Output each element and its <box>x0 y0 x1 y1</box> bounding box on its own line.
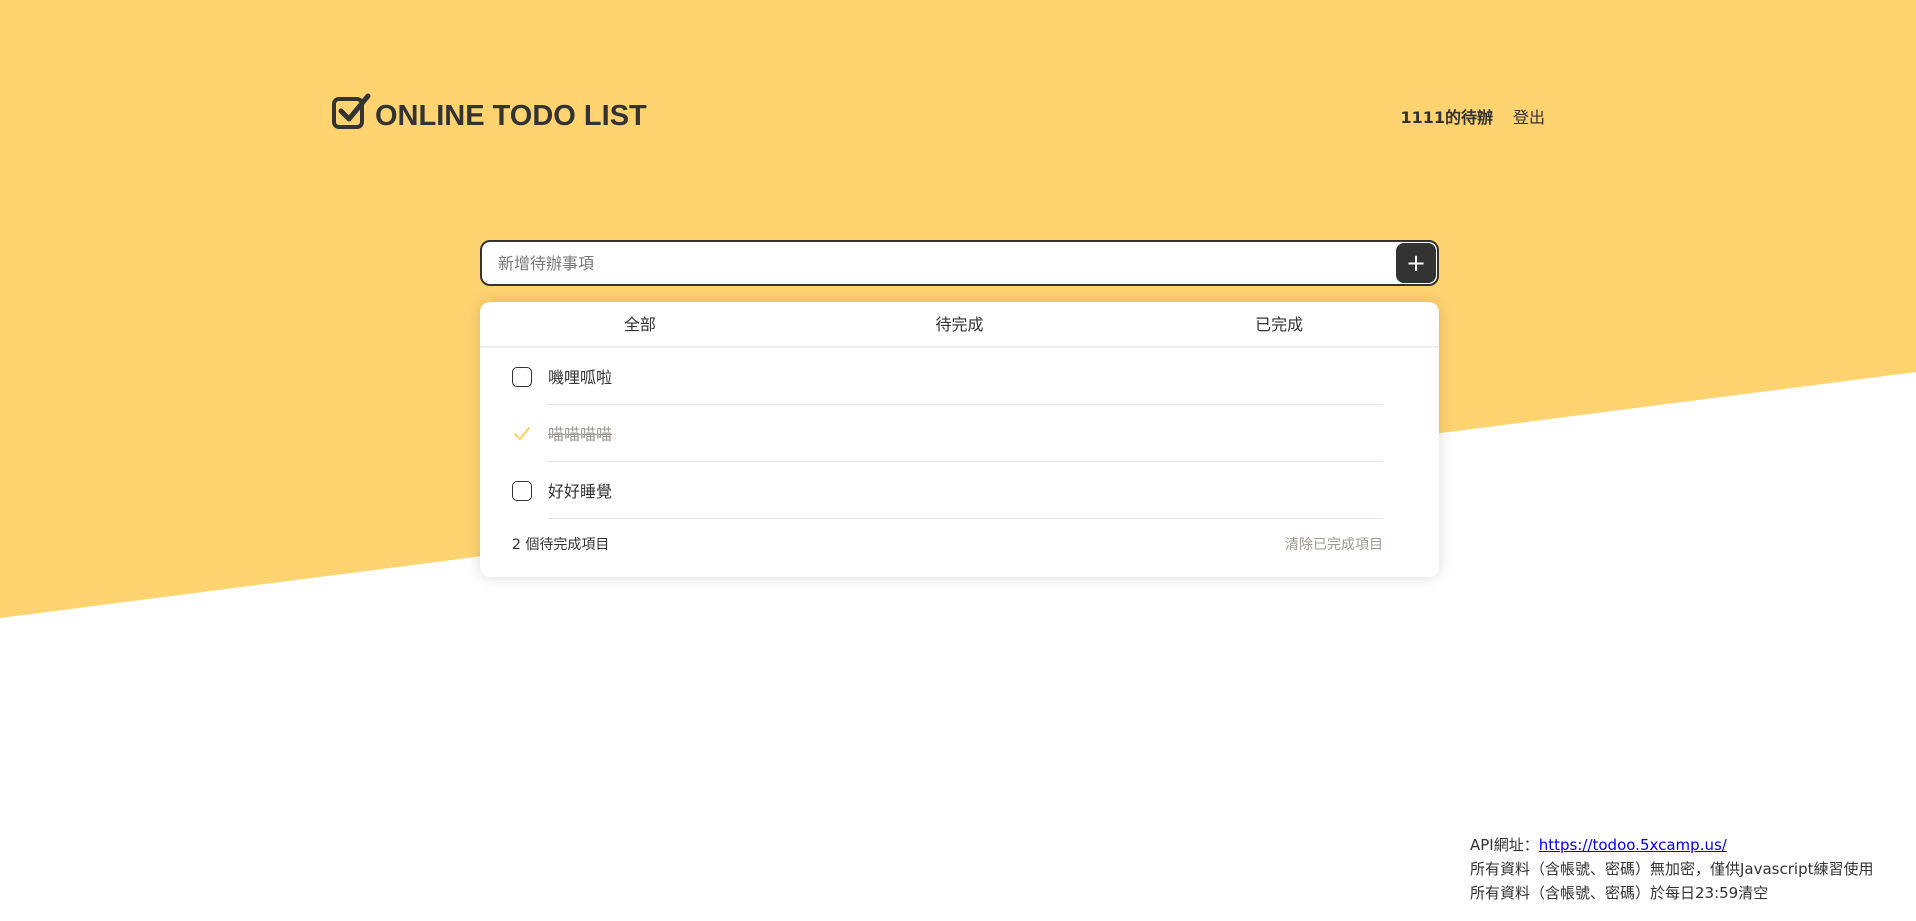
filter-tabs: 全部 待完成 已完成 <box>480 302 1439 348</box>
checked-box-icon <box>332 93 371 129</box>
tab-done[interactable]: 已完成 <box>1119 302 1439 346</box>
todo-list-card: 全部 待完成 已完成 嘰哩呱啦 喵喵喵喵 好好睡覺 2 個待完成項目 清除已完成… <box>480 302 1439 577</box>
todo-list: 嘰哩呱啦 喵喵喵喵 好好睡覺 <box>480 348 1439 519</box>
todo-item[interactable]: 嘰哩呱啦 <box>512 348 1383 405</box>
api-url-link[interactable]: https://todoo.5xcamp.us/ <box>1539 836 1727 854</box>
api-line: API網址：https://todoo.5xcamp.us/ <box>1470 833 1874 857</box>
new-todo-input[interactable] <box>482 242 1396 284</box>
todo-checkbox[interactable] <box>512 366 532 387</box>
api-prefix: API網址： <box>1470 836 1539 854</box>
add-todo-form: + <box>480 240 1439 286</box>
clear-completed-link[interactable]: 清除已完成項目 <box>1285 534 1383 554</box>
todo-text-done: 喵喵喵喵 <box>548 405 1383 462</box>
logo-text: ONLINE TODO LIST <box>375 100 647 132</box>
todo-text: 好好睡覺 <box>548 462 1383 519</box>
todo-item[interactable]: 好好睡覺 <box>512 462 1383 519</box>
pending-count: 2 個待完成項目 <box>512 537 610 553</box>
add-todo-button[interactable]: + <box>1396 243 1436 283</box>
user-nav: 1111的待辦 登出 <box>1400 104 1545 128</box>
page: ONLINE TODO LIST 1111的待辦 登出 + 全部 待完成 已完成… <box>0 0 1916 921</box>
logout-link[interactable]: 登出 <box>1513 104 1545 128</box>
page-header: ONLINE TODO LIST 1111的待辦 登出 <box>331 91 1545 141</box>
notice-encryption: 所有資料（含帳號、密碼）無加密，僅供Javascript練習使用 <box>1470 860 1874 878</box>
todo-checkbox-checked[interactable] <box>512 424 532 444</box>
todo-text: 嘰哩呱啦 <box>548 348 1383 405</box>
todo-checkbox[interactable] <box>512 480 532 501</box>
list-footer: 2 個待完成項目 清除已完成項目 <box>480 534 1439 554</box>
check-icon <box>513 426 531 440</box>
page-footer-notes: API網址：https://todoo.5xcamp.us/ 所有資料（含帳號、… <box>1470 833 1874 905</box>
todo-item[interactable]: 喵喵喵喵 <box>512 405 1383 462</box>
user-todo-label: 1111的待辦 <box>1400 108 1493 127</box>
logo[interactable]: ONLINE TODO LIST <box>331 91 647 133</box>
tab-all[interactable]: 全部 <box>480 302 800 346</box>
tab-pending[interactable]: 待完成 <box>800 302 1120 346</box>
notice-reset: 所有資料（含帳號、密碼）於每日23:59清空 <box>1470 884 1769 902</box>
